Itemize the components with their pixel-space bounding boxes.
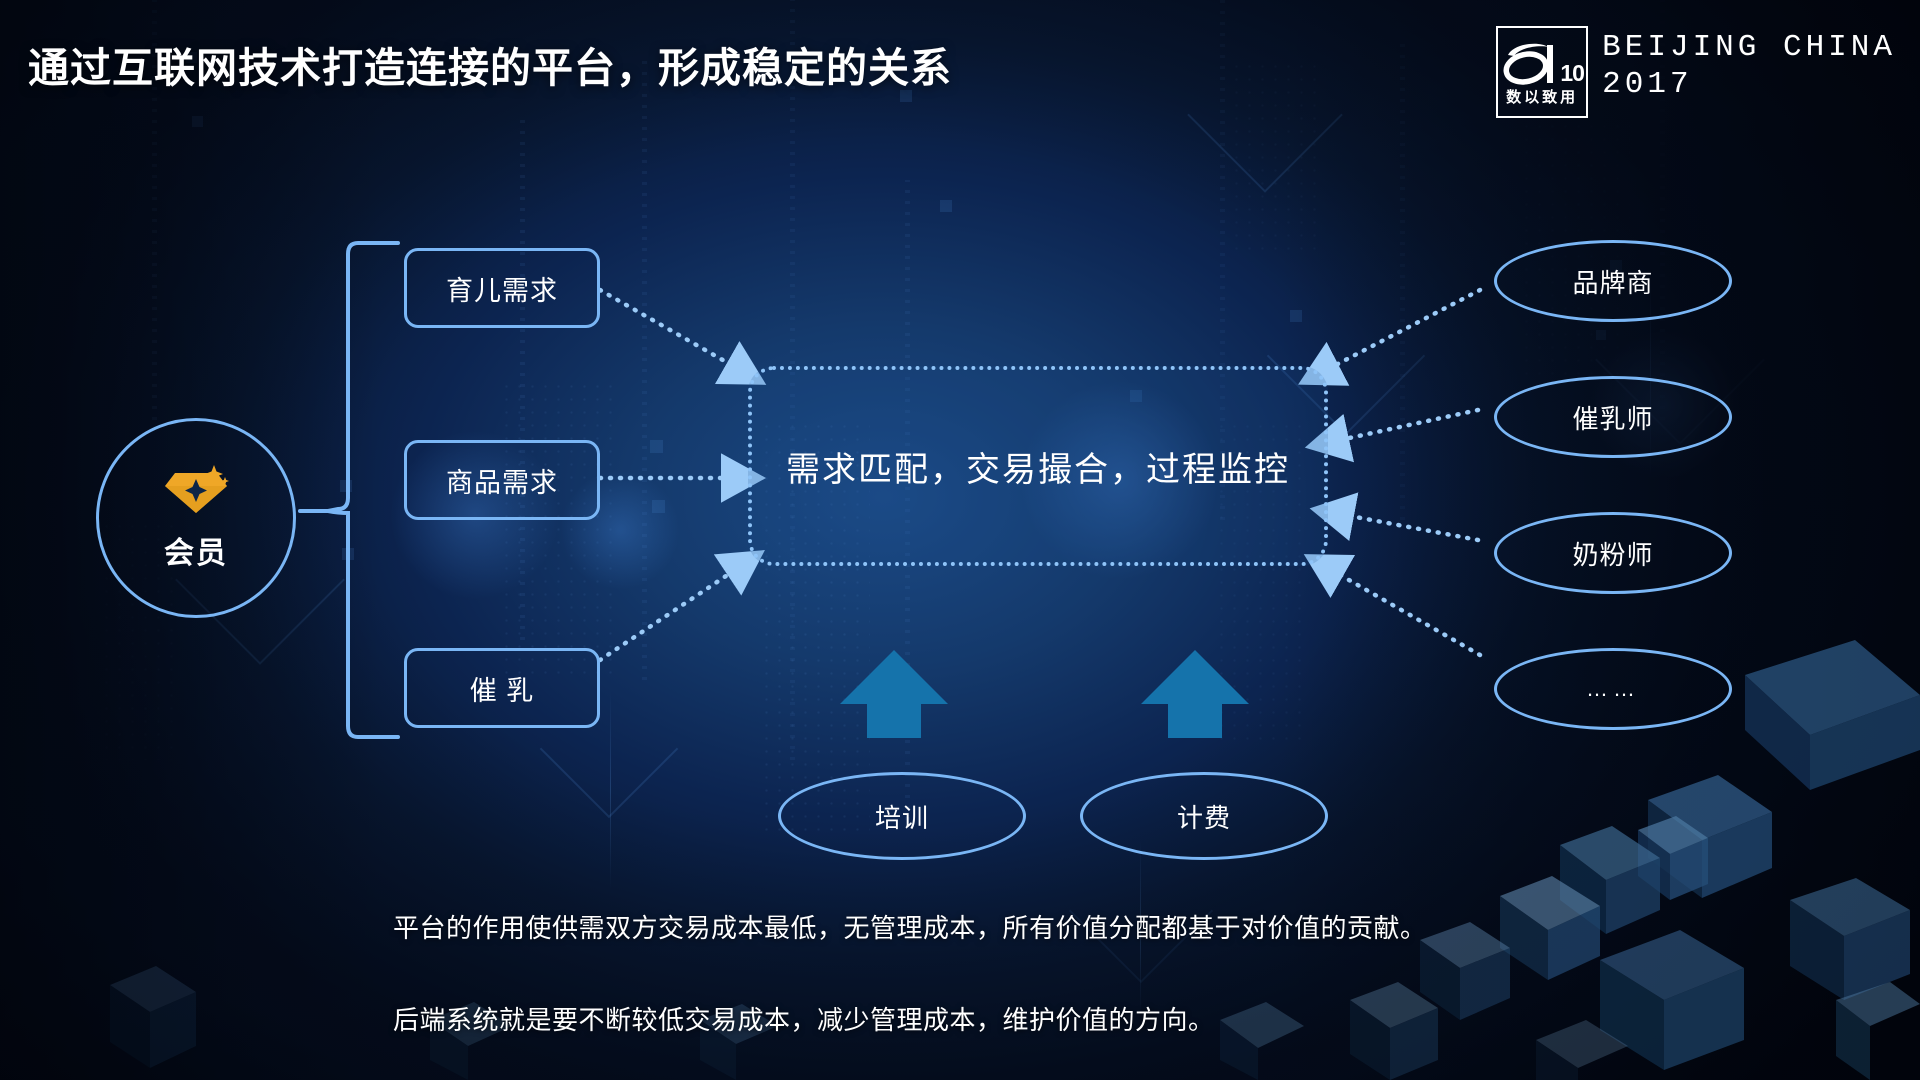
provider-ellipse-1[interactable]: 品牌商 [1494,240,1732,322]
slide-canvas: 通过互联网技术打造连接的平台，形成稳定的关系 10 数以致用 BEIJING C… [0,0,1920,1080]
provider-3-label: 奶粉师 [1572,539,1654,570]
provider-ellipse-2[interactable]: 催乳师 [1494,376,1732,458]
platform-center-box[interactable]: 需求匹配，交易撮合，过程监控 [748,366,1328,566]
member-node[interactable]: 会员 [96,418,296,618]
demand-box-2[interactable]: 商品需求 [404,440,600,520]
brand-logo-mark: 10 数以致用 [1496,26,1589,118]
event-branding: 10 数以致用 BEIJING CHINA 2017 [1496,26,1896,118]
service-ellipse-training[interactable]: 培训 [778,772,1026,860]
event-city: BEIJING CHINA [1602,30,1896,65]
provider-1-label: 品牌商 [1572,267,1654,298]
service-1-label: 培训 [874,802,929,833]
brand-number: 10 [1560,60,1585,86]
member-label: 会员 [164,536,228,570]
event-location-block: BEIJING CHINA 2017 [1602,26,1896,103]
demand-box-1[interactable]: 育儿需求 [404,248,600,328]
demand-box-3-label: 催 乳 [469,675,535,706]
provider-4-label: …… [1586,676,1640,701]
service-ellipse-billing[interactable]: 计费 [1080,772,1328,860]
page-title: 通过互联网技术打造连接的平台，形成稳定的关系 [28,45,952,91]
provider-ellipse-4[interactable]: …… [1494,648,1732,730]
caption-line-2: 后端系统就是要不断较低交易成本，减少管理成本，维护价值的方向。 [393,1005,1215,1035]
demand-box-1-label: 育儿需求 [446,275,558,306]
demand-box-3[interactable]: 催 乳 [404,648,600,728]
caption-line-1: 平台的作用使供需双方交易成本最低，无管理成本，所有价值分配都基于对价值的贡献。 [393,913,1427,943]
provider-ellipse-3[interactable]: 奶粉师 [1494,512,1732,594]
stylized-a-icon [1503,43,1554,85]
platform-center-label: 需求匹配，交易撮合，过程监控 [786,450,1290,489]
event-year: 2017 [1602,66,1693,102]
brand-a-glyph-row: 10 [1500,37,1585,89]
service-2-label: 计费 [1176,802,1231,833]
brand-slogan: 数以致用 [1506,89,1579,106]
diamond-gem-icon [163,464,229,522]
provider-2-label: 催乳师 [1572,403,1654,434]
demand-box-2-label: 商品需求 [446,467,558,498]
